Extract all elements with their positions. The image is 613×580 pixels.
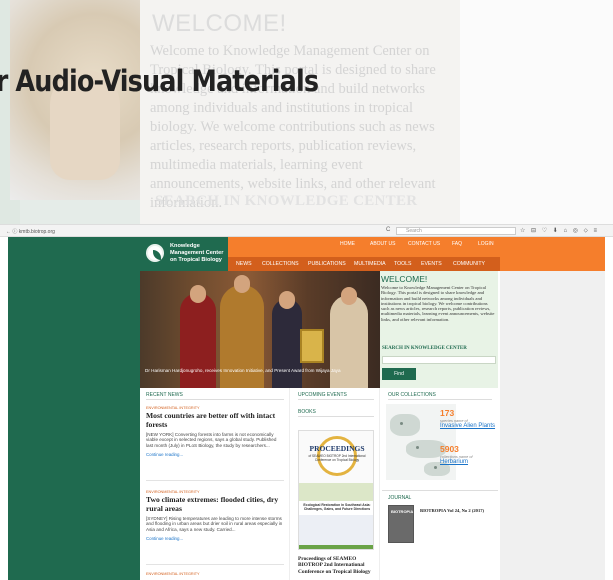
page-right-background (500, 237, 605, 580)
news-title[interactable]: Most countries are better off with intac… (146, 411, 284, 429)
map-marker (416, 446, 419, 449)
menu-news[interactable]: NEWS (236, 261, 252, 267)
cover-stripe (299, 545, 373, 549)
collection-count: 173 (440, 408, 455, 418)
news-excerpt: [SYDNEY] Rising temperatures are leading… (146, 516, 283, 532)
top-nav: HOME ABOUT US CONTACT US FAQ LOGIN (328, 241, 498, 250)
person-face (190, 285, 206, 303)
overlay-title: her Audio-Visual Materials (0, 64, 319, 98)
welcome-title: WELCOME! (381, 274, 428, 284)
person-face (279, 291, 295, 309)
menu-tools[interactable]: TOOLS (394, 261, 412, 267)
map-land (390, 414, 420, 436)
news-category[interactable]: ENVIRONMENTAL INTEGRITY (146, 490, 284, 494)
news-item: ENVIRONMENTAL INTEGRITY (146, 572, 284, 576)
menu-collections[interactable]: COLLECTIONS (262, 261, 299, 267)
page-left-background (8, 237, 140, 580)
news-item: ENVIRONMENTAL INTEGRITY Most countries a… (146, 406, 284, 457)
recent-news-heading: RECENT NEWS (146, 388, 284, 400)
nav-faq[interactable]: FAQ (452, 241, 462, 247)
divider (146, 564, 284, 565)
book-title-link[interactable]: Proceedings of SEAMEO BIOTROP 2nd Intern… (298, 556, 380, 575)
news-title[interactable]: Two climate extremes: flooded cities, dr… (146, 495, 284, 513)
bg-welcome-title: WELCOME! (152, 10, 287, 37)
cover-band: Ecological Restoration in Southeast Asia… (299, 501, 373, 515)
person-figure (272, 291, 302, 388)
toolbar-icons[interactable]: ☆ ⊟ ♡ ⬇ ⌂ ◎ ⬦ ≡ (520, 227, 599, 235)
collection-link[interactable]: Herbarium (440, 459, 500, 466)
screenshot-root: WELCOME! Welcome to Knowledge Management… (0, 0, 613, 580)
bg-portrait-photo (10, 0, 150, 200)
news-category[interactable]: ENVIRONMENTAL INTEGRITY (146, 572, 284, 576)
collection-stat: 173 species name of Invasive Alien Plant… (440, 408, 500, 430)
welcome-text: Welcome to Knowledge Management Center o… (381, 285, 495, 322)
map-marker (400, 422, 403, 425)
bg-search-heading: SEARCH IN KNOWLEDGE CENTER (155, 193, 418, 209)
map-marker (434, 466, 437, 469)
menu-events[interactable]: EVENTS (421, 261, 442, 267)
cover-top: PROCEEDINGS of SEAMEO BIOTROP 2nd Intern… (299, 431, 373, 483)
search-heading: SEARCH IN KNOWLEDGE CENTER (382, 346, 467, 351)
nav-contact-us[interactable]: CONTACT US (408, 241, 440, 247)
url-field[interactable]: ← ⓘ kmtb.biotrop.org (6, 228, 55, 235)
person-figure (180, 285, 216, 388)
zoomed-background: WELCOME! Welcome to Knowledge Management… (0, 0, 613, 224)
nav-login[interactable]: LOGIN (478, 241, 494, 247)
journal-title-link[interactable]: BIOTROPIA Vol 24, No 2 (2017) (420, 508, 484, 513)
journal-cover[interactable]: BIOTROPIA (388, 505, 414, 543)
collection-count: 5903 (440, 444, 459, 454)
logo-text: Knowledge Management Center on Tropical … (170, 243, 224, 263)
award-frame (300, 329, 324, 363)
collection-link[interactable]: Invasive Alien Plants (440, 423, 500, 430)
collections-section: OUR COLLECTIONS 173 species name of Inva… (382, 388, 498, 580)
main-nav: NEWS COLLECTIONS PUBLICATIONS MULTIMEDIA… (228, 257, 500, 271)
divider (146, 480, 284, 481)
search-placeholder: Search (406, 228, 422, 234)
news-item: ENVIRONMENTAL INTEGRITY Two climate extr… (146, 490, 284, 541)
recent-news-section: RECENT NEWS ENVIRONMENTAL INTEGRITY Most… (140, 388, 290, 580)
person-face (341, 287, 357, 305)
news-excerpt: [NEW YORK] Converting forests into farms… (146, 432, 277, 448)
journal-cover-text: BIOTROPIA (391, 509, 414, 514)
nav-about-us[interactable]: ABOUT US (370, 241, 395, 247)
menu-multimedia[interactable]: MULTIMEDIA (354, 261, 386, 267)
find-button[interactable]: Find (382, 368, 416, 380)
news-category[interactable]: ENVIRONMENTAL INTEGRITY (146, 406, 284, 410)
menu-publications[interactable]: PUBLICATIONS (308, 261, 346, 267)
cover-subtitle: of SEAMEO BIOTROP 2nd International Conf… (308, 454, 366, 462)
journal-heading: JOURNAL (382, 490, 498, 502)
leaf-icon (153, 250, 161, 260)
welcome-panel: WELCOME! Welcome to Knowledge Management… (380, 271, 498, 388)
cover-bottom (299, 515, 373, 549)
browser-window: ← ⓘ kmtb.biotrop.org C Search ☆ ⊟ ♡ ⬇ ⌂ … (0, 224, 613, 580)
cover-image (299, 483, 373, 501)
web-page: Knowledge Management Center on Tropical … (0, 237, 613, 580)
collection-stat: 5903 collections name of Herbarium (440, 444, 500, 466)
upcoming-events-heading[interactable]: UPCOMING EVENTS (298, 388, 374, 400)
book-cover[interactable]: PROCEEDINGS of SEAMEO BIOTROP 2nd Intern… (298, 430, 374, 550)
hero-caption: Dr Harisman Hardjonugroho, receives Inno… (145, 368, 341, 373)
continue-reading-link[interactable]: Continue reading... (146, 452, 284, 457)
knowledge-search-input[interactable] (382, 356, 496, 364)
site-logo[interactable]: Knowledge Management Center on Tropical … (140, 237, 228, 271)
person-face (234, 275, 250, 293)
continue-reading-link[interactable]: Continue reading... (146, 536, 284, 541)
collections-heading: OUR COLLECTIONS (388, 388, 492, 400)
books-heading: BOOKS (298, 405, 374, 417)
url-text: kmtb.biotrop.org (18, 229, 55, 235)
cover-title: PROCEEDINGS (309, 444, 365, 453)
browser-search-input[interactable]: Search (396, 227, 516, 235)
reload-icon[interactable]: C (386, 227, 390, 233)
address-bar: ← ⓘ kmtb.biotrop.org C Search ☆ ⊟ ♡ ⬇ ⌂ … (0, 225, 613, 237)
logo-icon (146, 244, 164, 262)
menu-community[interactable]: COMMUNITY (453, 261, 485, 267)
person-figure (330, 287, 368, 388)
hero-photo[interactable]: Dr Harisman Hardjonugroho, receives Inno… (140, 271, 380, 388)
events-books-section: UPCOMING EVENTS BOOKS PROCEEDINGS of SEA… (292, 388, 380, 580)
nav-home[interactable]: HOME (340, 241, 355, 247)
